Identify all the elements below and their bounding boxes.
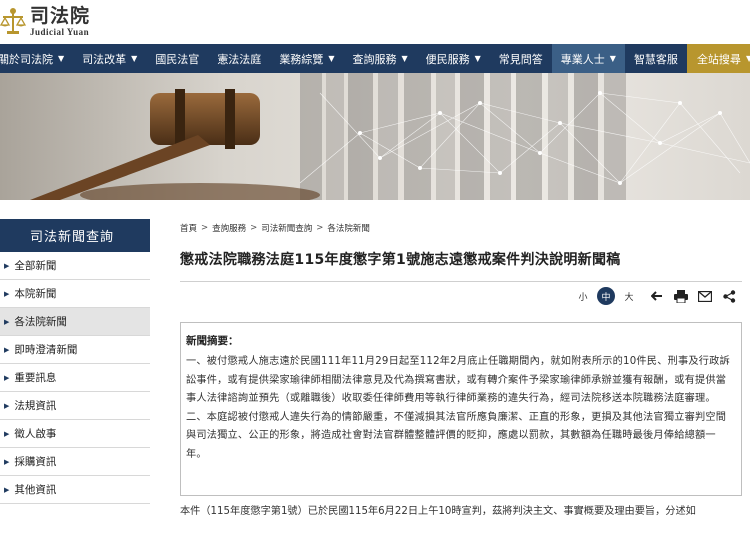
chevron-right-icon: ▶ <box>4 289 10 298</box>
chevron-right-icon: ▶ <box>4 485 10 494</box>
font-size-medium-button[interactable]: 中 <box>597 287 615 305</box>
breadcrumb-home[interactable]: 首頁 <box>180 222 197 234</box>
chevron-down-icon: ▼ <box>328 54 335 63</box>
email-icon[interactable] <box>695 287 715 305</box>
nav-label: 憲法法庭 <box>217 52 262 66</box>
summary-paragraph-1: 一、被付懲戒人施志遠於民國111年11月29日起至112年2月底止任職期間內，就… <box>186 356 730 404</box>
sidebar-item-procurement[interactable]: ▶ 採購資訊 <box>0 448 150 476</box>
sidebar-title: 司法新聞查詢 <box>0 219 150 252</box>
sidebar-item-recruitment[interactable]: ▶ 徵人啟事 <box>0 420 150 448</box>
chevron-down-icon: ▼ <box>131 54 138 63</box>
breadcrumb-news-query[interactable]: 司法新聞查詢 <box>261 222 312 234</box>
chevron-right-icon: ▶ <box>4 401 10 410</box>
site-header: 司法院 Judicial Yuan <box>0 0 750 44</box>
chevron-right-icon: ▶ <box>4 261 10 270</box>
chevron-down-icon: ▼ <box>58 54 65 63</box>
gavel-banner-image <box>0 73 750 200</box>
title-divider <box>180 281 742 282</box>
chevron-down-icon: ▼ <box>609 54 616 63</box>
sidebar-item-important-info[interactable]: ▶ 重要訊息 <box>0 364 150 392</box>
chevron-right-icon: ▶ <box>4 345 10 354</box>
breadcrumb-separator: > <box>316 223 324 233</box>
breadcrumb-query-services[interactable]: 查詢服務 <box>212 222 246 234</box>
news-summary-box: 新聞摘要： 一、被付懲戒人施志遠於民國111年11月29日起至112年2月底止任… <box>180 322 742 496</box>
nav-label: 常見問答 <box>498 52 543 66</box>
chevron-right-icon: ▶ <box>4 429 10 438</box>
sidebar-item-label: 即時澄清新聞 <box>14 344 78 356</box>
logo-subtitle: Judicial Yuan <box>30 27 90 37</box>
nav-label: 查詢服務 <box>352 52 397 66</box>
sidebar-item-regulations[interactable]: ▶ 法規資訊 <box>0 392 150 420</box>
summary-paragraph-2: 二、本庭認被付懲戒人違失行為的情節嚴重，不僅減損其法官所應負廉潔、正直的形象，更… <box>186 411 727 460</box>
breadcrumb-separator: > <box>201 223 209 233</box>
sidebar-item-court-news[interactable]: ▶ 各法院新聞 <box>0 308 150 336</box>
nav-item-overview[interactable]: 業務綜覽 ▼ <box>270 44 343 73</box>
font-size-large-button[interactable]: 大 <box>620 287 638 305</box>
sidebar-item-label: 本院新聞 <box>14 288 57 300</box>
sidebar-menu: ▶ 全部新聞 ▶ 本院新聞 ▶ 各法院新聞 ▶ 即時澄清新聞 ▶ 重要訊息 ▶ 法規資訊 ▶… <box>0 252 150 504</box>
sidebar-item-label: 重要訊息 <box>14 372 57 384</box>
chevron-down-icon: ▼ <box>745 54 750 63</box>
breadcrumb-separator: > <box>250 223 258 233</box>
back-icon[interactable] <box>647 287 667 305</box>
article-body-text: 本件（115年度懲字第1號）已於民國115年6月22日上午10時宣判，茲將判決主… <box>180 506 696 517</box>
site-logo[interactable]: 司法院 Judicial Yuan <box>0 4 90 40</box>
chevron-down-icon: ▼ <box>474 54 481 63</box>
site-search-button[interactable]: 全站搜尋 ▼ <box>686 44 750 73</box>
article-toolbar: 小 中 大 <box>574 287 739 305</box>
scales-emblem-icon <box>0 8 26 34</box>
sidebar-item-all-news[interactable]: ▶ 全部新聞 <box>0 252 150 280</box>
hero-banner <box>0 73 750 200</box>
nav-label: 司法改革 <box>82 52 127 66</box>
nav-label: 業務綜覽 <box>279 52 324 66</box>
nav-label: 專業人士 <box>560 52 605 66</box>
nav-item-public-services[interactable]: 便民服務 ▼ <box>417 44 490 73</box>
chevron-down-icon: ▼ <box>401 54 408 63</box>
nav-item-reform[interactable]: 司法改革 ▼ <box>73 44 146 73</box>
nav-item-smart-service[interactable]: 智慧客服 <box>625 44 687 73</box>
nav-label: 智慧客服 <box>633 52 678 66</box>
sidebar-item-yuan-news[interactable]: ▶ 本院新聞 <box>0 280 150 308</box>
chevron-right-icon: ▶ <box>4 317 10 326</box>
main-nav: 關於司法院 ▼ 司法改革 ▼ 國民法官 憲法法庭 業務綜覽 ▼ 查詢服務 ▼ 便民服務 ▼… <box>0 44 750 73</box>
nav-item-about[interactable]: 關於司法院 ▼ <box>0 44 73 73</box>
sidebar-item-other-info[interactable]: ▶ 其他資訊 <box>0 476 150 504</box>
nav-item-professionals[interactable]: 專業人士 ▼ <box>551 44 625 73</box>
sidebar-item-label: 各法院新聞 <box>14 316 67 328</box>
nav-item-query-services[interactable]: 查詢服務 ▼ <box>343 44 416 73</box>
search-label: 全站搜尋 <box>696 52 741 66</box>
nav-item-constitutional-court[interactable]: 憲法法庭 <box>208 44 270 73</box>
nav-label: 國民法官 <box>155 52 200 66</box>
nav-label: 關於司法院 <box>0 52 53 66</box>
sidebar-item-label: 其他資訊 <box>14 484 57 496</box>
breadcrumb: 首頁 > 查詢服務 > 司法新聞查詢 > 各法院新聞 <box>180 222 370 234</box>
share-icon[interactable] <box>719 287 739 305</box>
summary-heading: 新聞摘要： <box>186 335 239 347</box>
nav-item-citizen-judges[interactable]: 國民法官 <box>146 44 208 73</box>
logo-title: 司法院 <box>30 5 91 27</box>
sidebar-item-label: 全部新聞 <box>14 260 57 272</box>
chevron-right-icon: ▶ <box>4 457 10 466</box>
sidebar-item-label: 法規資訊 <box>14 400 57 412</box>
sidebar-item-label: 徵人啟事 <box>14 428 57 440</box>
sidebar-item-label: 採購資訊 <box>14 456 57 468</box>
print-icon[interactable] <box>671 287 691 305</box>
news-sidebar: 司法新聞查詢 ▶ 全部新聞 ▶ 本院新聞 ▶ 各法院新聞 ▶ 即時澄清新聞 ▶ 重要訊息 … <box>0 219 150 504</box>
font-size-small-button[interactable]: 小 <box>574 287 592 305</box>
chevron-right-icon: ▶ <box>4 373 10 382</box>
breadcrumb-court-news[interactable]: 各法院新聞 <box>327 222 370 234</box>
sidebar-item-clarification-news[interactable]: ▶ 即時澄清新聞 <box>0 336 150 364</box>
page-title: 懲戒法院職務法庭115年度懲字第1號施志遠懲戒案件判決說明新聞稿 <box>180 252 621 268</box>
nav-item-faq[interactable]: 常見問答 <box>490 44 552 73</box>
nav-label: 便民服務 <box>425 52 470 66</box>
